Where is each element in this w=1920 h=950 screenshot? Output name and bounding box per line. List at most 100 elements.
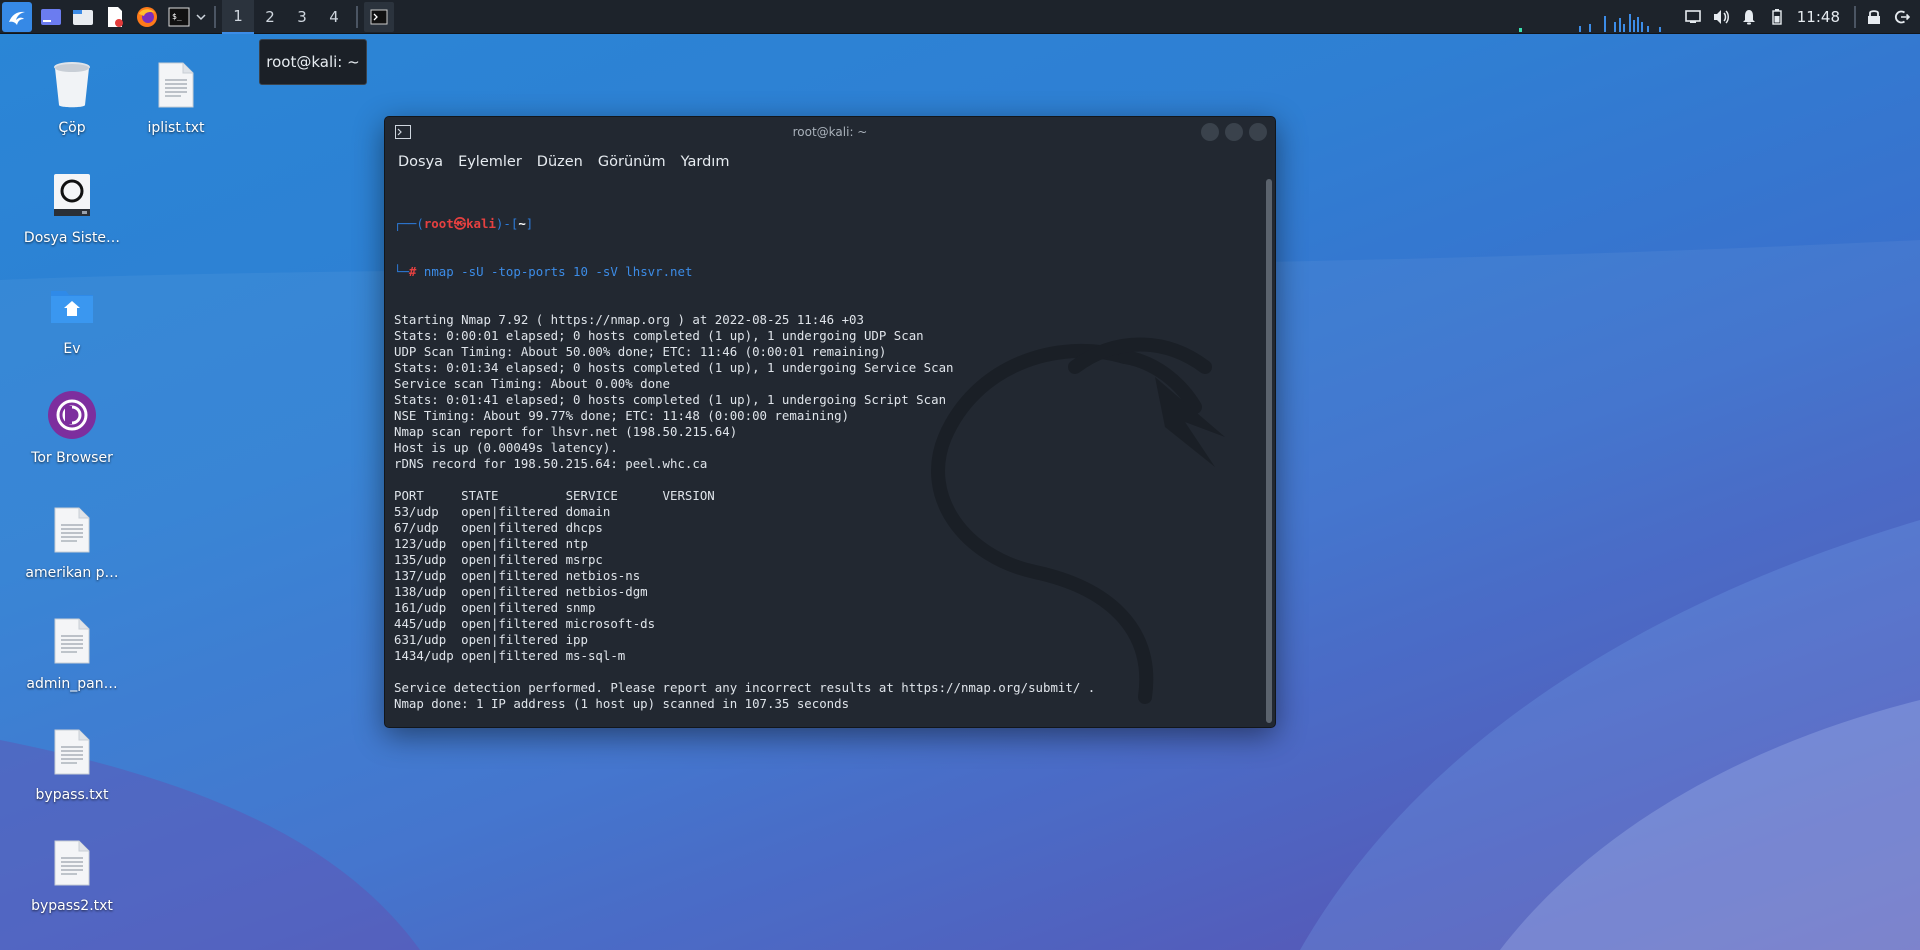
terminal-task-button[interactable] xyxy=(364,1,394,32)
output-line: Stats: 0:01:41 elapsed; 0 hosts complete… xyxy=(394,392,947,407)
prompt-second: └─ xyxy=(394,264,409,279)
window-title: root@kali: ~ xyxy=(792,125,868,139)
output-line: 138/udp open|filtered netbios-dgm xyxy=(394,584,648,599)
output-line: rDNS record for 198.50.215.64: peel.whc.… xyxy=(394,456,708,471)
output-line: NSE Timing: About 99.77% done; ETC: 11:4… xyxy=(394,408,850,423)
menu-duzen[interactable]: Düzen xyxy=(537,154,583,170)
battery-icon[interactable] xyxy=(1763,0,1791,34)
taskbar-tooltip: root@kali: ~ xyxy=(259,39,367,85)
notification-bell-icon[interactable] xyxy=(1735,0,1763,34)
output-line: 135/udp open|filtered msrpc xyxy=(394,552,603,567)
minimize-button[interactable] xyxy=(1201,123,1219,141)
desktop-icon[interactable] xyxy=(38,4,64,30)
file-manager-icon[interactable] xyxy=(70,4,96,30)
text-file-icon xyxy=(45,614,99,668)
output-line: 123/udp open|filtered ntp xyxy=(394,536,588,551)
desktop-icon-label: Dosya Siste… xyxy=(23,230,121,246)
prompt-dir: ~ xyxy=(518,216,526,231)
desktop-icon-admin-panel[interactable]: admin_pan… xyxy=(12,614,132,692)
desktop-icon-label: bypass.txt xyxy=(35,787,109,803)
kali-menu-icon[interactable] xyxy=(2,1,32,32)
text-editor-icon[interactable] xyxy=(102,4,128,30)
home-folder-icon xyxy=(45,279,99,333)
desktop-icon-home[interactable]: Ev xyxy=(12,279,132,357)
desktop-icon-filesystem[interactable]: Dosya Siste… xyxy=(12,168,132,246)
terminal-icon[interactable]: $_ xyxy=(166,4,192,30)
menu-eylemler[interactable]: Eylemler xyxy=(458,154,522,170)
prompt-host: kali xyxy=(466,216,496,231)
output-line: Host is up (0.00049s latency). xyxy=(394,440,618,455)
terminal-window[interactable]: root@kali: ~ Dosya Eylemler Düzen Görünü… xyxy=(384,116,1276,728)
desktop-icon-bypass[interactable]: bypass.txt xyxy=(12,725,132,803)
terminal-body[interactable]: ┌──(root㉿kali)-[~] └─# nmap -sU -top-por… xyxy=(385,177,1275,727)
power-icon[interactable] xyxy=(1888,0,1916,34)
text-file-icon xyxy=(149,58,203,112)
desktop-icon-bypass2[interactable]: bypass2.txt xyxy=(12,836,132,914)
output-line: Nmap done: 1 IP address (1 host up) scan… xyxy=(394,696,850,711)
text-file-icon xyxy=(45,503,99,557)
output-line: PORT STATE SERVICE VERSION xyxy=(394,488,715,503)
maximize-button[interactable] xyxy=(1225,123,1243,141)
output-line: Service scan Timing: About 0.00% done xyxy=(394,376,671,391)
workspace-3[interactable]: 3 xyxy=(286,0,318,34)
clock[interactable]: 11:48 xyxy=(1791,8,1850,26)
desktop-icon-label: Ev xyxy=(63,341,81,357)
window-titlebar[interactable]: root@kali: ~ xyxy=(385,117,1275,147)
close-button[interactable] xyxy=(1249,123,1267,141)
prompt-at: ㉿ xyxy=(453,216,467,231)
menu-dosya[interactable]: Dosya xyxy=(398,154,443,170)
output-line: 631/udp open|filtered ipp xyxy=(394,632,588,647)
desktop-icon-label: Çöp xyxy=(58,120,86,136)
command-text: nmap -sU -top-ports 10 -sV lhsvr.net xyxy=(423,264,693,279)
taskbar-separator xyxy=(1854,6,1856,28)
command-line: └─# nmap -sU -top-ports 10 -sV lhsvr.net xyxy=(394,264,1257,280)
text-file-icon xyxy=(45,725,99,779)
output-line: 161/udp open|filtered snmp xyxy=(394,600,596,615)
prompt-hash: # xyxy=(408,264,417,279)
output-line: Nmap scan report for lhsvr.net (198.50.2… xyxy=(394,424,738,439)
display-icon[interactable] xyxy=(1679,0,1707,34)
output-line: Service detection performed. Please repo… xyxy=(394,680,1096,695)
output-line: 137/udp open|filtered netbios-ns xyxy=(394,568,641,583)
desktop-icon-label: iplist.txt xyxy=(147,120,205,136)
desktop-icon-label: bypass2.txt xyxy=(31,898,113,914)
workspace-2[interactable]: 2 xyxy=(254,0,286,34)
menu-gorunum[interactable]: Görünüm xyxy=(598,154,666,170)
output-line: Starting Nmap 7.92 ( https://nmap.org ) … xyxy=(394,312,864,327)
firefox-icon[interactable] xyxy=(134,4,160,30)
prompt-open: ┌──( xyxy=(394,216,424,231)
prompt-close: ] xyxy=(525,216,534,231)
prompt-user: root xyxy=(423,216,454,231)
menu-yardim[interactable]: Yardım xyxy=(681,154,730,170)
prompt-mid: )-[ xyxy=(495,216,519,231)
workspace-4[interactable]: 4 xyxy=(318,0,350,34)
trash-icon xyxy=(45,58,99,112)
output-line: Stats: 0:01:34 elapsed; 0 hosts complete… xyxy=(394,360,954,375)
svg-text:$_: $_ xyxy=(172,12,182,21)
output-line: 1434/udp open|filtered ms-sql-m xyxy=(394,648,626,663)
desktop-icon-tor[interactable]: Tor Browser xyxy=(12,388,132,466)
cpu-graph xyxy=(1518,14,1661,32)
desktop-icon-iplist[interactable]: iplist.txt xyxy=(116,58,236,136)
output-line: Stats: 0:00:01 elapsed; 0 hosts complete… xyxy=(394,328,924,343)
text-file-icon xyxy=(45,836,99,890)
drive-icon xyxy=(45,168,99,222)
desktop-icon-trash[interactable]: Çöp xyxy=(12,58,132,136)
desktop-icon-amerikan[interactable]: amerikan p… xyxy=(12,503,132,581)
terminal-menubar: Dosya Eylemler Düzen Görünüm Yardım xyxy=(385,147,1275,177)
tor-browser-icon xyxy=(45,388,99,442)
desktop-icon-label: Tor Browser xyxy=(31,450,113,466)
lock-icon[interactable] xyxy=(1860,0,1888,34)
desktop-icon-label: admin_pan… xyxy=(26,676,118,692)
taskbar-separator xyxy=(356,5,358,28)
volume-icon[interactable] xyxy=(1707,0,1735,34)
chevron-down-icon[interactable] xyxy=(194,4,208,30)
scrollbar[interactable] xyxy=(1266,179,1272,723)
workspace-1[interactable]: 1 xyxy=(222,0,254,34)
terminal-console[interactable]: ┌──(root㉿kali)-[~] └─# nmap -sU -top-por… xyxy=(394,184,1257,727)
taskbar-separator xyxy=(214,5,216,28)
output-line: 67/udp open|filtered dhcps xyxy=(394,520,603,535)
